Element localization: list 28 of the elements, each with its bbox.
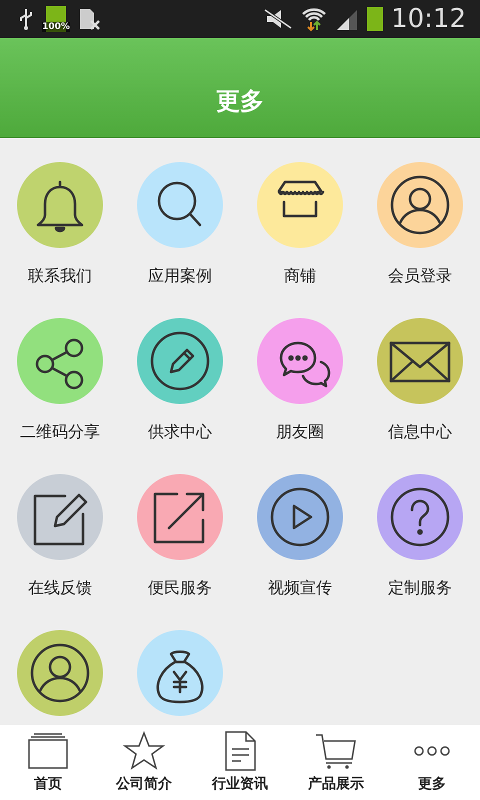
battery-icon: [367, 7, 384, 31]
clock-time: 10:12: [391, 4, 466, 34]
menu-tile[interactable]: 信息中心: [360, 294, 480, 450]
mute-icon: [263, 8, 294, 30]
nav-tab[interactable]: 产品展示: [288, 725, 384, 800]
home-icon: [26, 731, 70, 771]
usb-icon: [18, 7, 34, 31]
more-icon: [413, 746, 451, 756]
nav-tab[interactable]: 公司简介: [96, 725, 192, 800]
menu-tile[interactable]: 视频宣传: [240, 450, 360, 606]
menu-tile[interactable]: 应用案例: [120, 138, 240, 294]
menu-tile[interactable]: 商铺: [240, 138, 360, 294]
nav-tab[interactable]: 更多: [384, 725, 480, 800]
menu-tile[interactable]: 朋友圈: [240, 294, 360, 450]
nav-tab[interactable]: 行业资讯: [192, 725, 288, 800]
menu-tile[interactable]: 供求中心: [120, 294, 240, 450]
wifi-icon: [301, 6, 328, 32]
sim-card-icon: [78, 7, 102, 31]
menu-tile[interactable]: 定制服务: [360, 450, 480, 606]
menu-tile[interactable]: 便民服务: [120, 450, 240, 606]
menu-tile[interactable]: 在线反馈: [0, 450, 120, 606]
page-title: 更多: [216, 86, 264, 117]
star-icon: [122, 731, 166, 771]
menu-tile[interactable]: 二维码分享: [0, 294, 120, 450]
menu-tile[interactable]: 联系我们: [0, 138, 120, 294]
nav-tab[interactable]: 首页: [0, 725, 96, 800]
signal-icon: [335, 8, 360, 30]
menu-tile[interactable]: 会员登录: [360, 138, 480, 294]
